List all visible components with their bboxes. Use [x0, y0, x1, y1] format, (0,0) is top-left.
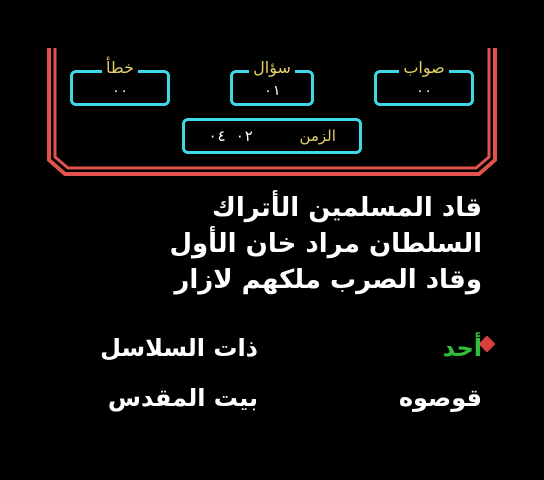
wrong-value: ٠٠: [111, 83, 129, 99]
correct-label: صواب: [399, 59, 449, 77]
answer-option-2[interactable]: ذات السلاسل: [100, 334, 258, 362]
correct-answers-counter: صواب ٠٠: [374, 59, 474, 106]
wrong-label: خطأ: [102, 59, 138, 77]
answer-option-4[interactable]: بيت المقدس: [108, 384, 258, 412]
timer-value: ٠٢ ٠٤: [208, 127, 254, 145]
question-label: سؤال: [249, 59, 295, 77]
answer-option-1[interactable]: أحد: [443, 334, 482, 362]
correct-value: ٠٠: [415, 83, 433, 99]
question-line-3: وقاد الصرب ملكهم لازار: [174, 265, 482, 295]
question-line-1: قاد المسلمين الأتراك: [212, 193, 482, 223]
timer-label: الزمن: [299, 127, 336, 145]
question-text: قاد المسلمين الأتراك السلطان مراد خان ال…: [62, 190, 482, 298]
question-value: ٠١: [263, 83, 281, 99]
wrong-answers-counter: خطأ ٠٠: [70, 59, 170, 106]
timer-display: ٠٢ ٠٤ الزمن: [182, 118, 362, 154]
question-number-counter: سؤال ٠١: [230, 59, 314, 106]
question-line-2: السلطان مراد خان الأول: [169, 229, 482, 259]
answer-option-3[interactable]: قوصوه: [399, 384, 482, 412]
